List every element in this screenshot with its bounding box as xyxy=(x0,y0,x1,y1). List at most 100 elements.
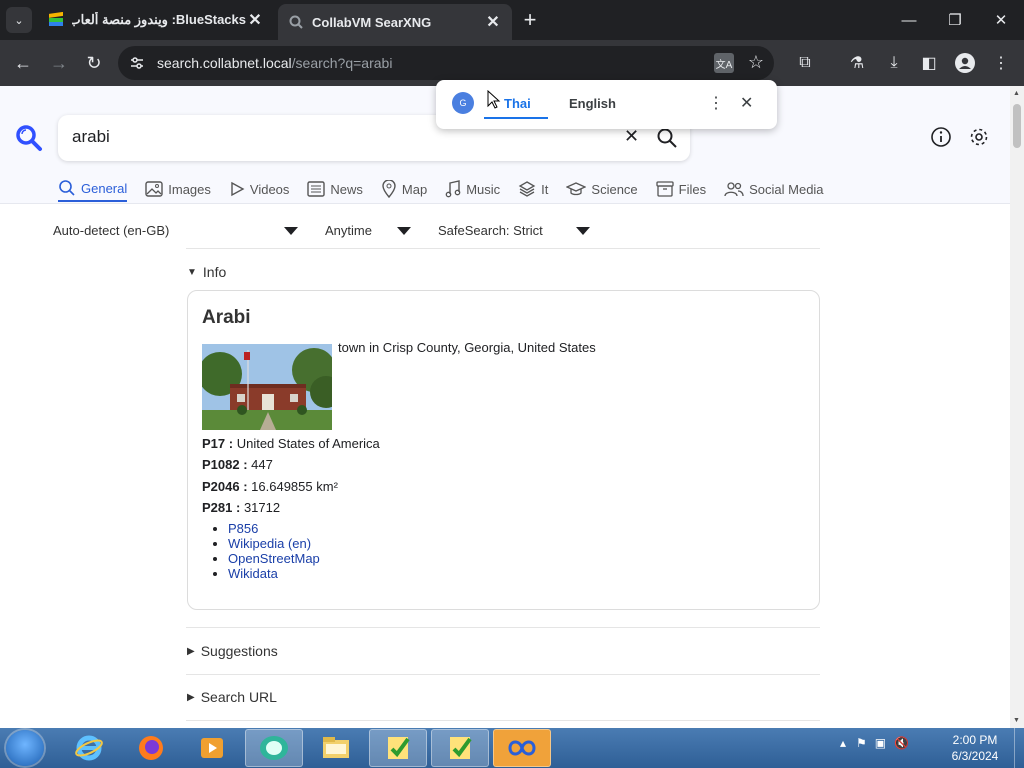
expanded-triangle-icon: ▼ xyxy=(187,266,197,278)
close-popup-icon[interactable]: ✕ xyxy=(740,93,753,113)
clock-time: 2:00 PM xyxy=(952,733,998,747)
tab-label: Files xyxy=(678,181,707,197)
download-icon[interactable]: ⤓ xyxy=(883,52,905,74)
safesearch-select[interactable]: SafeSearch: Strict xyxy=(438,223,543,238)
more-options-icon[interactable]: ⋮ xyxy=(708,93,724,113)
tab-general[interactable]: General xyxy=(58,176,128,202)
clear-search-icon[interactable]: ✕ xyxy=(624,126,639,147)
translate-target-language[interactable]: English xyxy=(569,96,616,111)
google-translate-icon: G xyxy=(452,92,474,114)
show-hidden-icons[interactable]: ▴ xyxy=(840,736,846,750)
archive-icon xyxy=(656,181,674,197)
link-wikipedia[interactable]: Wikipedia (en) xyxy=(228,536,311,551)
translate-source-language[interactable]: Thai xyxy=(504,96,531,111)
tab-label: General xyxy=(81,180,128,196)
scroll-up-icon[interactable]: ▲ xyxy=(1013,90,1020,97)
url-host: search.collabnet.local xyxy=(157,55,292,71)
infobox-attribute: P1082 : 447 xyxy=(202,457,273,472)
time-range-select[interactable]: Anytime xyxy=(325,223,372,238)
searxng-page: arabi ✕ General Images Videos News Map M… xyxy=(0,86,1010,728)
tab-news[interactable]: News xyxy=(307,176,363,202)
bluestacks-taskbar-icon[interactable] xyxy=(493,729,551,767)
suggestions-label: Suggestions xyxy=(200,643,278,659)
mouse-cursor-icon xyxy=(487,90,501,109)
about-info-icon[interactable] xyxy=(930,126,952,148)
searxng-logo-icon[interactable] xyxy=(15,124,43,152)
tab-music[interactable]: Music xyxy=(445,176,500,202)
scroll-down-icon[interactable]: ▼ xyxy=(1013,717,1020,724)
preferences-gear-icon[interactable] xyxy=(968,126,990,148)
media-player-icon[interactable] xyxy=(183,729,241,767)
tab-label: Images xyxy=(168,181,211,197)
bookmark-star-icon[interactable]: ☆ xyxy=(748,52,764,73)
search-input[interactable]: arabi xyxy=(72,127,110,147)
tab-files[interactable]: Files xyxy=(656,176,706,202)
forward-button[interactable]: → xyxy=(44,48,74,78)
tab-label: Videos xyxy=(249,181,290,197)
tab-images[interactable]: Images xyxy=(145,176,211,202)
tab-search-button[interactable]: ⌄ xyxy=(6,7,32,33)
scrollbar-thumb[interactable] xyxy=(1013,104,1021,148)
tab-close-icon[interactable]: ✕ xyxy=(484,13,502,31)
tab-searxng[interactable]: CollabVM SearXNG ✕ xyxy=(278,4,512,40)
divider xyxy=(186,248,820,249)
browser-menu-icon[interactable]: ⋮ xyxy=(990,52,1012,74)
restore-button[interactable]: ❐ xyxy=(932,0,978,40)
infobox-attribute: P2046 : 16.649855 km² xyxy=(202,479,338,494)
link-p856[interactable]: P856 xyxy=(228,521,258,536)
tab-videos[interactable]: Videos xyxy=(229,176,290,202)
tab-science[interactable]: Science xyxy=(566,176,638,202)
site-info-icon[interactable] xyxy=(128,54,146,72)
infobox-image[interactable] xyxy=(202,344,332,430)
language-select[interactable]: Auto-detect (en-GB) xyxy=(53,223,169,238)
address-bar[interactable]: search.collabnet.local/search?q=arabi 文A… xyxy=(118,46,774,80)
tab-label: News xyxy=(330,181,363,197)
show-desktop-button[interactable] xyxy=(1014,728,1024,768)
search-url-toggle[interactable]: ▶ Search URL xyxy=(187,689,277,705)
app-checklist-2-icon[interactable] xyxy=(431,729,489,767)
tab-map[interactable]: Map xyxy=(381,176,427,202)
close-window-button[interactable]: ✕ xyxy=(978,0,1024,40)
tab-it[interactable]: It xyxy=(518,176,548,202)
file-explorer-icon[interactable] xyxy=(307,729,365,767)
firefox-icon[interactable] xyxy=(122,729,180,767)
tab-social-media[interactable]: Social Media xyxy=(724,176,824,202)
profile-avatar-icon[interactable] xyxy=(954,52,976,74)
language-dropdown-icon[interactable] xyxy=(284,227,298,235)
reload-button[interactable]: ↻ xyxy=(79,48,109,78)
minimize-button[interactable]: — xyxy=(886,0,932,40)
volume-muted-icon[interactable]: 🔇 xyxy=(894,736,909,750)
start-button[interactable] xyxy=(6,730,44,766)
back-button[interactable]: ← xyxy=(8,48,38,78)
tab-label: Science xyxy=(591,181,638,197)
page-scrollbar[interactable]: ▲ ▼ xyxy=(1010,86,1024,728)
link-wikidata[interactable]: Wikidata xyxy=(228,566,278,581)
tab-close-icon[interactable]: ✕ xyxy=(246,11,264,29)
time-dropdown-icon[interactable] xyxy=(397,227,411,235)
chrome-taskbar-button[interactable] xyxy=(245,729,303,767)
tab-bluestacks[interactable]: BlueStacks: ويندوز منصة ألعاب سحابية ✕ xyxy=(38,4,274,36)
internet-explorer-icon[interactable] xyxy=(60,729,118,767)
layers-icon xyxy=(518,181,536,197)
divider xyxy=(186,674,820,675)
windows-taskbar: ▴ ⚑ ▣ 🔇 2:00 PM 6/3/2024 xyxy=(0,728,1024,768)
music-icon xyxy=(445,180,461,198)
safesearch-dropdown-icon[interactable] xyxy=(576,227,590,235)
tab-title: CollabVM SearXNG xyxy=(312,14,432,30)
app-checklist-icon[interactable] xyxy=(369,729,427,767)
labs-flask-icon[interactable]: ⚗ xyxy=(846,52,868,74)
play-icon xyxy=(231,181,245,197)
translate-icon[interactable]: 文A xyxy=(714,53,734,73)
suggestions-toggle[interactable]: ▶ Suggestions xyxy=(187,643,278,659)
action-center-flag-icon[interactable]: ⚑ xyxy=(856,736,867,750)
network-icon[interactable]: ▣ xyxy=(875,736,886,750)
taskbar-clock[interactable]: 2:00 PM 6/3/2024 xyxy=(944,732,1006,764)
side-panel-icon[interactable]: ◧ xyxy=(918,52,940,74)
extensions-icon[interactable]: ⧉ xyxy=(794,52,816,74)
search-submit-icon[interactable] xyxy=(656,127,678,149)
link-openstreetmap[interactable]: OpenStreetMap xyxy=(228,551,320,566)
info-section-toggle[interactable]: ▼ Info xyxy=(187,264,226,280)
infobox-attribute: P281 : 31712 xyxy=(202,500,280,515)
attr-key: P2046 : xyxy=(202,479,248,494)
new-tab-button[interactable]: + xyxy=(518,7,542,32)
